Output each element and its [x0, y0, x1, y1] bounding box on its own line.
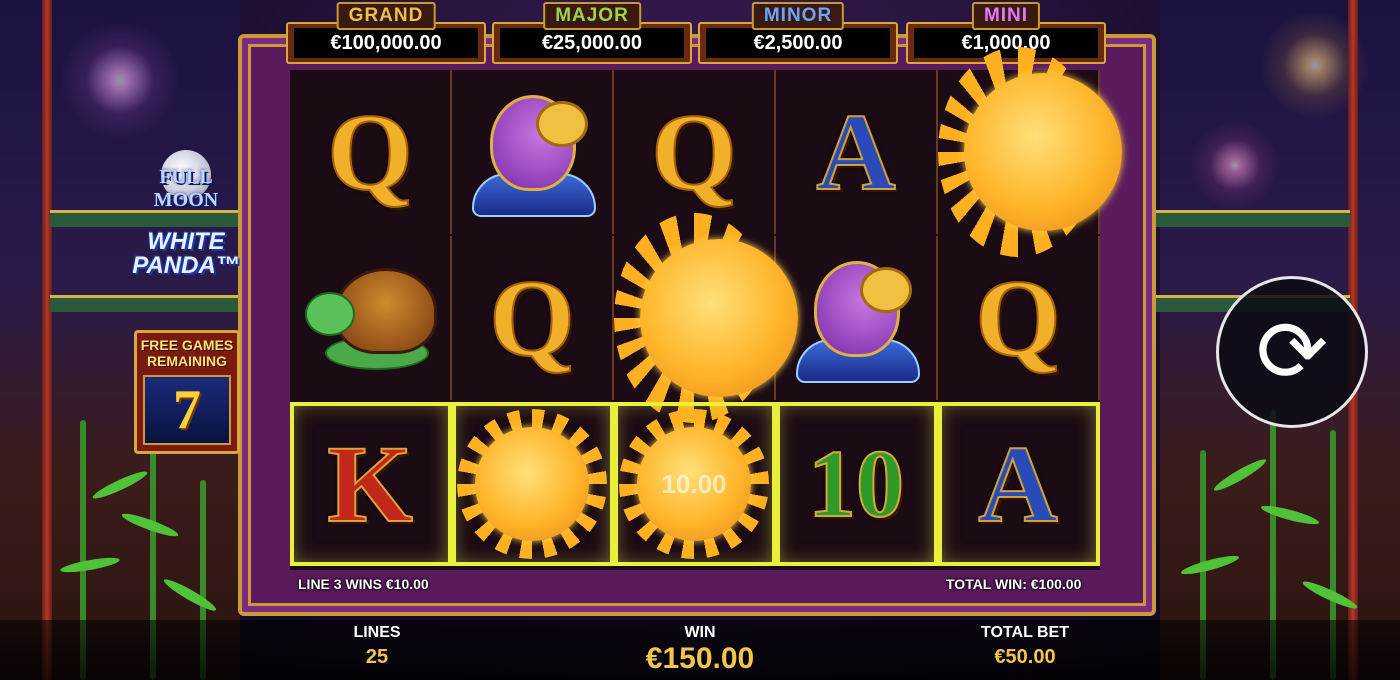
free-games-title-line-2: REMAINING — [146, 353, 228, 369]
total-win-text: TOTAL WIN: €100.00 — [946, 576, 1082, 592]
reel-cell — [452, 402, 614, 566]
sun-symbol — [938, 47, 1122, 257]
jackpot-label: MAJOR — [543, 2, 641, 30]
jackpot-value: €2,500.00 — [706, 28, 890, 58]
reel-cell: Q — [614, 70, 776, 234]
sun-symbol: 10.00 — [619, 409, 769, 559]
symbol-a: A — [815, 91, 896, 213]
sun-symbol — [457, 409, 607, 559]
total-bet-display: TOTAL BET €50.00 — [960, 624, 1090, 669]
firework-right-small — [1190, 120, 1280, 210]
logo-line-1: FULL MOON — [153, 166, 219, 211]
reel-cell — [290, 236, 452, 400]
pagoda-roof — [1130, 210, 1350, 227]
sun-symbol — [614, 213, 798, 423]
reel-cell: K — [290, 402, 452, 566]
free-games-title-line-1: FREE GAMES — [140, 337, 234, 353]
reel-grid: Q K Q Q 10.00 A 10 Q A — [290, 47, 1122, 570]
jackpot-minor: €2,500.00 MINOR — [698, 0, 898, 64]
line-win-text: LINE 3 WINS €10.00 — [298, 576, 429, 592]
total-bet-label: TOTAL BET — [981, 624, 1069, 641]
firework-left — [60, 20, 180, 140]
pillar-left — [42, 0, 52, 680]
free-games-title: FREE GAMES REMAINING — [137, 337, 237, 369]
lines-label: LINES — [353, 624, 401, 641]
lines-display: LINES 25 — [330, 624, 424, 669]
symbol-a: A — [977, 423, 1058, 545]
fish-head — [860, 267, 912, 313]
refresh-icon: ⟳ — [1255, 304, 1329, 400]
symbol-k: K — [326, 423, 414, 545]
reel-cell — [776, 236, 938, 400]
free-games-panel: FREE GAMES REMAINING 7 — [134, 330, 240, 454]
turtle-symbol — [305, 258, 437, 378]
lines-value: 25 — [365, 646, 389, 668]
symbol-q: Q — [650, 91, 738, 213]
win-display: WIN €150.00 — [620, 624, 780, 676]
turtle-head — [305, 292, 355, 336]
symbol-10: 10 — [807, 430, 905, 537]
symbol-q: Q — [488, 257, 576, 379]
koi-fish-symbol — [472, 87, 596, 217]
logo-line-3: PANDA™ — [132, 252, 240, 279]
symbol-q: Q — [326, 91, 414, 213]
fish-head — [536, 101, 588, 147]
free-games-count: 7 — [143, 375, 231, 445]
reel-cell: A — [776, 70, 938, 234]
reel-cell — [614, 213, 798, 423]
sun-core — [475, 427, 589, 541]
sun-value: 10.00 — [637, 427, 751, 541]
win-value: €150.00 — [645, 642, 755, 675]
reel-cell: 10 — [776, 402, 938, 566]
sun-core — [640, 239, 798, 397]
reel-cell: 10.00 — [614, 402, 776, 566]
symbol-q: Q — [974, 257, 1062, 379]
reel-cell — [452, 70, 614, 234]
pagoda-roof — [50, 295, 250, 312]
reel-cell: Q — [938, 236, 1100, 400]
jackpot-value: €25,000.00 — [500, 28, 684, 58]
spin-button[interactable]: ⟳ — [1216, 276, 1368, 428]
game-logo: FULL MOON WHITE PANDA™ — [126, 150, 246, 278]
bottom-bar: LINES 25 WIN €150.00 TOTAL BET €50.00 — [0, 620, 1400, 680]
reel-cell — [938, 47, 1122, 257]
jackpot-major: €25,000.00 MAJOR — [492, 0, 692, 64]
jackpot-label: MINI — [971, 2, 1041, 30]
logo-line-2: WHITE — [147, 228, 225, 255]
reel-cell: Q — [452, 236, 614, 400]
jackpot-value: €100,000.00 — [294, 28, 478, 58]
jackpot-grand: €100,000.00 GRAND — [286, 0, 486, 64]
total-bet-value: €50.00 — [994, 646, 1056, 668]
reel-cell: A — [938, 402, 1100, 566]
koi-fish-symbol — [796, 253, 920, 383]
jackpot-label: MINOR — [751, 2, 845, 30]
jackpot-label: GRAND — [336, 2, 436, 30]
sun-core — [964, 73, 1122, 231]
reel-cell: Q — [290, 70, 452, 234]
win-label: WIN — [684, 624, 716, 641]
